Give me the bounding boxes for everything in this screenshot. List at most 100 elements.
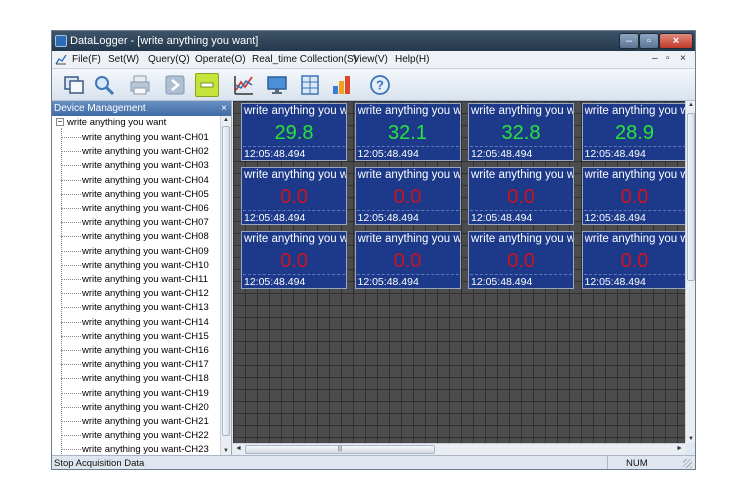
tree-item-ch07[interactable]: write anything you want-CH07: [61, 216, 209, 230]
tree-item-ch05[interactable]: write anything you want-CH05: [61, 188, 209, 202]
main-hscroll-thumb[interactable]: |||: [245, 445, 435, 454]
tree-item-ch21[interactable]: write anything you want-CH21: [61, 415, 209, 429]
chart-icon[interactable]: [232, 73, 256, 97]
menu-bar: File(F) Set(W) Query(Q) Operate(O) Real_…: [52, 51, 695, 69]
mdi-restore-button[interactable]: ▫: [666, 53, 670, 64]
menu-file[interactable]: File(F): [72, 54, 101, 65]
channel-tile[interactable]: write anything you want 32.8 12:05:48.494: [468, 103, 574, 161]
app-menu-icon[interactable]: [55, 54, 67, 65]
tree-item-label: write anything you want-CH04: [82, 174, 209, 186]
scroll-down-arrow-icon[interactable]: ▼: [688, 436, 694, 442]
next-icon[interactable]: [163, 73, 187, 97]
sidebar-scrollbar[interactable]: ▲ ▼: [220, 116, 231, 455]
tree-item-label: write anything you want-CH22: [82, 430, 209, 442]
tree-item-ch14[interactable]: write anything you want-CH14: [61, 316, 209, 330]
channel-tile[interactable]: write anything you want 28.9 12:05:48.494: [581, 103, 685, 161]
close-button[interactable]: ×: [659, 33, 693, 49]
tree-item-ch13[interactable]: write anything you want-CH13: [61, 301, 209, 315]
tree-item-ch23[interactable]: write anything you want-CH23: [61, 443, 209, 455]
tile-divider: [583, 146, 685, 147]
channel-tile[interactable]: write anything you want 0.0 12:05:48.494: [354, 231, 461, 289]
window-icon[interactable]: [62, 73, 86, 97]
channel-value: 0.0: [280, 250, 308, 272]
tree-branch: [61, 449, 81, 451]
scroll-down-arrow-icon[interactable]: ▼: [223, 448, 229, 454]
tree-item-ch10[interactable]: write anything you want-CH10: [61, 259, 209, 273]
title-bar[interactable]: DataLogger - [write anything you want] –…: [52, 31, 695, 51]
tree-item-ch03[interactable]: write anything you want-CH03: [61, 159, 209, 173]
collapse-icon[interactable]: −: [56, 118, 64, 127]
sidebar-scroll-thumb[interactable]: [222, 126, 230, 436]
tree-item-ch12[interactable]: write anything you want-CH12: [61, 287, 209, 301]
tree-branch: [61, 321, 81, 323]
tree-root[interactable]: − write anything you want: [56, 117, 166, 130]
tree-item-label: write anything you want-CH23: [82, 444, 209, 455]
mdi-minimize-button[interactable]: –: [652, 53, 658, 64]
print-icon[interactable]: [128, 73, 152, 97]
tree-item-label: write anything you want-CH19: [82, 387, 209, 399]
channel-timestamp: 12:05:48.494: [584, 148, 646, 160]
channel-tile[interactable]: write anything you want 0.0 12:05:48.494: [241, 167, 347, 225]
tree-item-ch22[interactable]: write anything you want-CH22: [61, 429, 209, 443]
channel-value: 0.0: [620, 250, 649, 272]
scroll-up-arrow-icon[interactable]: ▲: [688, 102, 694, 108]
tile-divider: [243, 146, 345, 147]
maximize-button[interactable]: ▫: [639, 33, 659, 49]
datalogger-window: DataLogger - [write anything you want] –…: [51, 30, 696, 470]
channel-tile[interactable]: write anything you want 29.8 12:05:48.494: [241, 103, 347, 161]
app-icon: [55, 35, 67, 47]
main-scroll-thumb[interactable]: [687, 113, 695, 281]
panel-close-button[interactable]: ×: [221, 101, 227, 116]
search-icon[interactable]: [92, 73, 116, 97]
channel-name: write anything you want: [357, 105, 460, 117]
tree-item-ch16[interactable]: write anything you want-CH16: [61, 344, 209, 358]
minus-icon[interactable]: [195, 73, 219, 97]
channel-tile[interactable]: write anything you want 0.0 12:05:48.494: [581, 231, 685, 289]
menu-view[interactable]: View(V): [353, 54, 388, 65]
minimize-button[interactable]: –: [619, 33, 639, 49]
channel-tile[interactable]: write anything you want 0.0 12:05:48.494: [354, 167, 461, 225]
tree-item-label: write anything you want-CH12: [82, 288, 209, 300]
mdi-close-button[interactable]: ×: [680, 53, 686, 64]
tree-item-label: write anything you want-CH10: [82, 259, 209, 271]
tree-item-ch02[interactable]: write anything you want-CH02: [61, 145, 209, 159]
tree-root-label: write anything you want: [67, 117, 167, 128]
tree-branch: [61, 293, 81, 295]
table-icon[interactable]: [298, 73, 322, 97]
tree-item-ch04[interactable]: write anything you want-CH04: [61, 174, 209, 188]
main-vertical-scrollbar[interactable]: ▲ ▼: [685, 101, 695, 443]
menu-operate[interactable]: Operate(O): [195, 54, 246, 65]
scroll-right-arrow-icon[interactable]: ►: [676, 445, 683, 452]
channel-tile[interactable]: write anything you want 0.0 12:05:48.494: [468, 167, 574, 225]
scroll-left-arrow-icon[interactable]: ◄: [235, 445, 242, 452]
help-icon[interactable]: ?: [368, 73, 392, 97]
tree-item-ch20[interactable]: write anything you want-CH20: [61, 401, 209, 415]
scroll-up-arrow-icon[interactable]: ▲: [223, 117, 229, 123]
tree-item-label: write anything you want-CH09: [82, 245, 209, 257]
tree-item-ch08[interactable]: write anything you want-CH08: [61, 230, 209, 244]
tree-item-ch11[interactable]: write anything you want-CH11: [61, 273, 208, 287]
tree-item-ch01[interactable]: write anything you want-CH01: [61, 131, 209, 145]
menu-help[interactable]: Help(H): [395, 54, 429, 65]
channel-tile[interactable]: write anything you want 0.0 12:05:48.494: [468, 231, 574, 289]
main-horizontal-scrollbar[interactable]: ◄ ||| ►: [233, 443, 685, 455]
channel-timestamp: 12:05:48.494: [357, 148, 419, 160]
channel-tile[interactable]: write anything you want 32.1 12:05:48.494: [354, 103, 461, 161]
resize-grip-icon[interactable]: [683, 459, 692, 468]
tree-item-ch06[interactable]: write anything you want-CH06: [61, 202, 209, 216]
monitor-icon[interactable]: [265, 73, 289, 97]
menu-set[interactable]: Set(W): [108, 54, 139, 65]
channel-tile[interactable]: write anything you want 0.0 12:05:48.494: [241, 231, 347, 289]
menu-query[interactable]: Query(Q): [148, 54, 190, 65]
channel-tile[interactable]: write anything you want 0.0 12:05:48.494: [581, 167, 686, 225]
channel-name: write anything you want: [584, 169, 686, 181]
tree-item-ch15[interactable]: write anything you want-CH15: [61, 330, 209, 344]
tree-item-label: write anything you want-CH06: [82, 203, 209, 214]
bar-chart-icon[interactable]: [330, 73, 354, 97]
tree-item-ch19[interactable]: write anything you want-CH19: [61, 387, 209, 401]
tree-item-ch09[interactable]: write anything you want-CH09: [61, 245, 209, 259]
tree-item-ch18[interactable]: write anything you want-CH18: [61, 372, 209, 386]
channel-timestamp: 12:05:48.494: [357, 212, 419, 224]
menu-realtime-collection[interactable]: Real_time Collection(S): [252, 54, 357, 65]
tree-item-ch17[interactable]: write anything you want-CH17: [61, 358, 209, 372]
